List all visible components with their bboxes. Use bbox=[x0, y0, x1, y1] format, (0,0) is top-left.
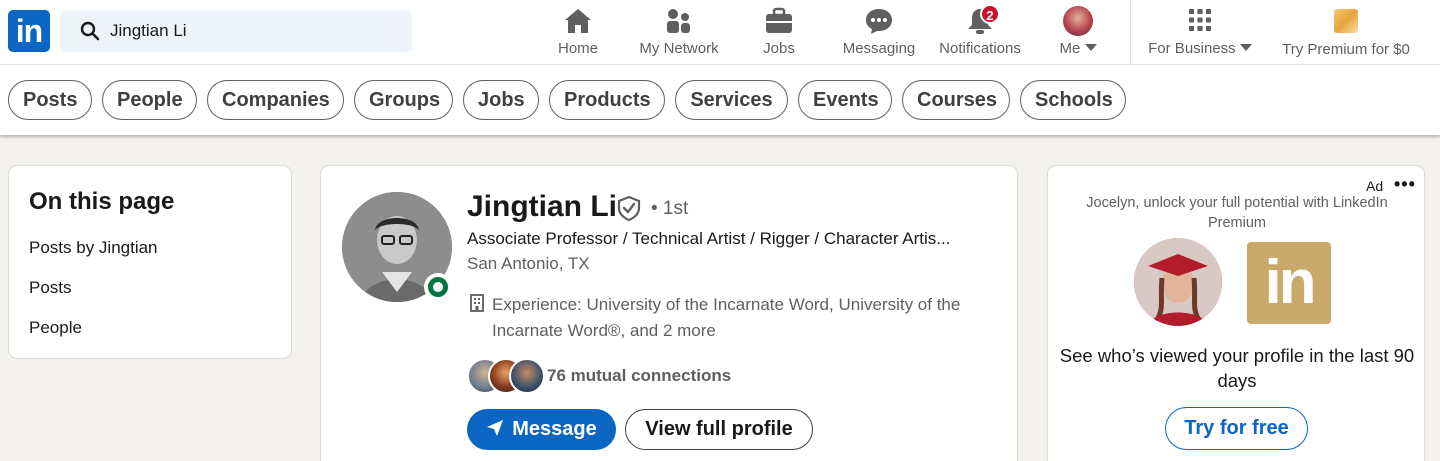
filter-products[interactable]: Products bbox=[549, 80, 665, 120]
filter-jobs[interactable]: Jobs bbox=[463, 80, 539, 120]
nav-me-label: Me bbox=[1059, 40, 1081, 57]
messaging-icon bbox=[866, 9, 892, 34]
message-button[interactable]: Message bbox=[467, 409, 616, 450]
nav-try-premium[interactable]: Try Premium for $0 bbox=[1274, 4, 1418, 60]
more-options-icon[interactable]: ••• bbox=[1394, 174, 1416, 195]
profile-location: San Antonio, TX bbox=[467, 254, 590, 273]
search-input[interactable]: Jingtian Li bbox=[60, 10, 412, 52]
home-icon bbox=[565, 9, 591, 33]
link-posts-by-jingtian[interactable]: Posts by Jingtian bbox=[29, 238, 158, 258]
grid-icon bbox=[1189, 9, 1211, 31]
profile-experience: Experience: University of the Incarnate … bbox=[492, 295, 961, 340]
top-navigation: in Jingtian Li Home My Network Jobs Mess… bbox=[0, 0, 1440, 65]
linkedin-logo[interactable]: in bbox=[8, 10, 50, 52]
view-full-profile-button[interactable]: View full profile bbox=[625, 409, 813, 450]
nav-divider bbox=[1130, 0, 1131, 65]
nav-me[interactable]: Me bbox=[1050, 4, 1106, 60]
nav-my-network[interactable]: My Network bbox=[632, 4, 726, 60]
nav-home[interactable]: Home bbox=[546, 4, 610, 60]
nav-jobs[interactable]: Jobs bbox=[749, 4, 809, 60]
filter-schools[interactable]: Schools bbox=[1020, 80, 1126, 120]
nav-notifications[interactable]: 2 Notifications bbox=[932, 4, 1028, 60]
chevron-down-icon bbox=[1239, 44, 1252, 51]
profile-result-card: Jingtian Li • 1st Associate Professor / … bbox=[320, 165, 1018, 461]
nav-messaging-label: Messaging bbox=[842, 40, 916, 57]
nav-my-network-label: My Network bbox=[639, 40, 719, 57]
search-filter-bar: Posts People Companies Groups Jobs Produ… bbox=[0, 65, 1440, 135]
avatar bbox=[1063, 6, 1093, 36]
mutual-connections-link[interactable]: 76 mutual connections bbox=[547, 366, 731, 386]
notification-badge: 2 bbox=[980, 4, 1000, 24]
filter-people[interactable]: People bbox=[102, 80, 197, 120]
nav-try-premium-label: Try Premium for $0 bbox=[1282, 41, 1410, 58]
mutual-connection-avatars bbox=[467, 358, 545, 394]
nav-for-business-label: For Business bbox=[1148, 40, 1236, 57]
message-button-label: Message bbox=[512, 418, 597, 440]
nav-messaging[interactable]: Messaging bbox=[838, 4, 920, 60]
filter-services[interactable]: Services bbox=[675, 80, 788, 120]
nav-for-business[interactable]: For Business bbox=[1143, 4, 1257, 60]
filter-companies[interactable]: Companies bbox=[207, 80, 344, 120]
verified-shield-icon bbox=[617, 195, 641, 222]
link-people[interactable]: People bbox=[29, 318, 82, 338]
network-icon bbox=[667, 9, 690, 33]
ad-subtitle: Jocelyn, unlock your full potential with… bbox=[1086, 195, 1388, 231]
nav-notifications-label: Notifications bbox=[939, 40, 1021, 57]
linkedin-premium-logo: in bbox=[1247, 242, 1331, 324]
ad-label: Ad bbox=[1366, 178, 1384, 194]
avatar bbox=[1134, 238, 1222, 326]
nav-home-label: Home bbox=[557, 40, 598, 57]
ad-text: See who’s viewed your profile in the las… bbox=[1059, 345, 1415, 391]
nav-jobs-label: Jobs bbox=[763, 40, 795, 57]
filter-posts[interactable]: Posts bbox=[8, 80, 92, 120]
filter-groups[interactable]: Groups bbox=[354, 80, 453, 120]
try-for-free-button[interactable]: Try for free bbox=[1165, 407, 1308, 450]
profile-headline: Associate Professor / Technical Artist /… bbox=[467, 229, 951, 248]
profile-name[interactable]: Jingtian Li bbox=[467, 190, 617, 224]
on-this-page-title: On this page bbox=[29, 188, 175, 215]
chevron-down-icon bbox=[1084, 44, 1097, 51]
online-status-indicator bbox=[424, 273, 452, 301]
on-this-page-card: On this page Posts by Jingtian Posts Peo… bbox=[8, 165, 292, 359]
filter-events[interactable]: Events bbox=[798, 80, 892, 120]
connection-degree: • 1st bbox=[651, 198, 689, 219]
premium-ad-card: Ad ••• Jocelyn, unlock your full potenti… bbox=[1047, 165, 1425, 461]
premium-icon bbox=[1334, 9, 1358, 33]
briefcase-icon bbox=[766, 7, 792, 33]
link-posts[interactable]: Posts bbox=[29, 278, 72, 298]
send-icon bbox=[487, 420, 504, 436]
avatar bbox=[509, 358, 545, 394]
building-icon bbox=[470, 294, 484, 312]
search-value: Jingtian Li bbox=[110, 21, 187, 40]
bell-icon-wrapper: 2 bbox=[964, 4, 1000, 36]
user-photo bbox=[1134, 238, 1222, 326]
search-icon bbox=[80, 21, 100, 41]
filter-courses[interactable]: Courses bbox=[902, 80, 1010, 120]
